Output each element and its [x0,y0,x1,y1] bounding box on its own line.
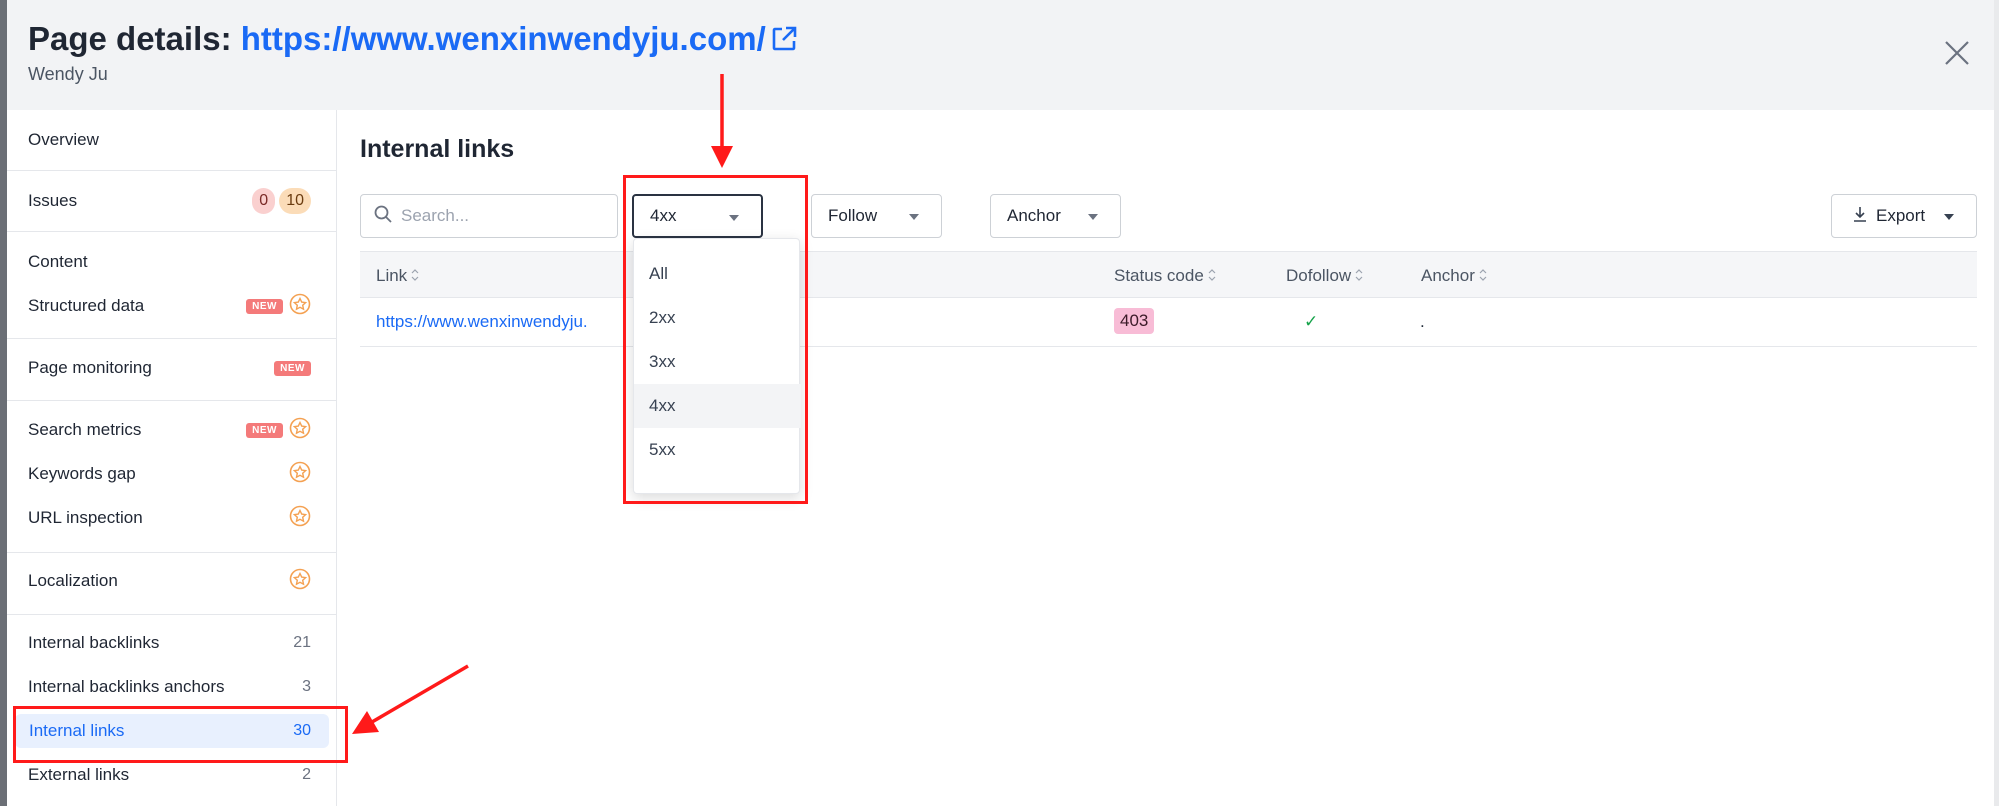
sidebar-item-page-monitoring[interactable]: Page monitoring NEW [7,347,337,389]
search-box[interactable] [360,194,618,238]
page-title-prefix: Page details: [28,20,232,57]
sidebar-item-label: Internal backlinks anchors [28,677,225,696]
column-header-dofollow[interactable]: Dofollow [1286,266,1363,287]
export-button[interactable]: Export [1831,194,1977,238]
main-panel: Internal links 4xx Follow Anchor Export … [338,110,1994,806]
annotation-box-dropdown [623,175,808,504]
column-header-status-code[interactable]: Status code [1114,266,1216,287]
anchor-filter-value: Anchor [1007,206,1061,225]
backdrop-edge [0,0,7,806]
sidebar-item-count: 21 [293,634,311,651]
sidebar-divider [7,552,337,553]
sidebar-item-label: Localization [28,571,118,590]
new-badge: NEW [274,360,311,376]
column-header-link[interactable]: Link [376,266,419,287]
table-row: https://www.wenxinwendyju. 403 ✓ . [360,298,1977,347]
sort-icon [1355,267,1363,287]
sidebar-item-structured-data[interactable]: Structured data NEW [7,285,337,327]
sidebar-item-localization[interactable]: Localization [7,560,337,602]
sort-icon [1479,267,1487,287]
sidebar-divider [7,231,337,232]
page-details-modal: Page details: https://www.wenxinwendyju.… [0,0,1999,806]
sidebar-item-count: 3 [302,678,311,695]
sidebar-item-count: 2 [302,766,311,783]
premium-star-icon [289,293,311,320]
premium-star-icon [289,568,311,595]
sidebar-item-url-inspection[interactable]: URL inspection [7,497,337,539]
sidebar-item-label: Internal backlinks [28,633,160,652]
sidebar-divider [7,614,337,615]
sidebar-nav: Overview Issues 0 10 Content Structured … [7,110,337,806]
page-url-link[interactable]: https://www.wenxinwendyju.com/ [241,20,766,57]
sidebar-item-label: External links [28,765,130,784]
sidebar-item-content[interactable]: Content [7,241,337,283]
sidebar-item-label: Overview [28,130,99,149]
sidebar-item-label: Page monitoring [28,358,152,377]
external-link-icon[interactable] [770,23,798,61]
section-title: Internal links [360,135,515,163]
sidebar-item-label: Structured data [28,296,145,315]
sidebar-item-label: URL inspection [28,508,143,527]
premium-star-icon [289,417,311,444]
backdrop-edge-right [1994,0,1999,806]
sidebar-item-keywords-gap[interactable]: Keywords gap [7,453,337,495]
column-header-anchor[interactable]: Anchor [1421,266,1487,287]
sidebar-item-overview[interactable]: Overview [7,119,337,161]
sort-icon [411,267,419,287]
row-anchor: . [1420,312,1425,331]
sidebar-item-search-metrics[interactable]: Search metrics NEW [7,409,337,451]
sidebar-item-internal-backlinks[interactable]: Internal backlinks 21 [7,622,337,664]
sidebar-item-label: Content [28,252,88,271]
download-icon [1852,205,1868,228]
premium-star-icon [289,505,311,532]
issues-error-count: 0 [252,188,276,214]
chevron-down-icon [1088,214,1098,220]
follow-filter-value: Follow [828,206,878,225]
sort-icon [1208,267,1216,287]
sidebar-item-label: Search metrics [28,420,142,439]
row-link[interactable]: https://www.wenxinwendyju. [376,312,588,332]
table-header: Link Status code Dofollow Anchor [360,251,1977,298]
status-code-badge: 403 [1114,308,1155,334]
sidebar-item-issues[interactable]: Issues 0 10 [7,180,337,222]
page-title: Page details: https://www.wenxinwendyju.… [28,20,798,61]
anchor-filter[interactable]: Anchor [990,194,1121,238]
annotation-box-sidebar [13,706,348,763]
sidebar-item-internal-backlinks-anchors[interactable]: Internal backlinks anchors 3 [7,666,337,708]
chevron-down-icon [1944,214,1954,220]
issues-warning-count: 10 [279,188,311,214]
sidebar-divider [7,170,337,171]
dofollow-check-icon: ✓ [1304,312,1319,331]
close-icon[interactable] [1942,38,1972,68]
follow-filter[interactable]: Follow [811,194,942,238]
new-badge: NEW [246,422,283,438]
search-icon [373,204,393,229]
sidebar-divider [7,400,337,401]
new-badge: NEW [246,298,283,314]
sidebar-item-label: Keywords gap [28,464,136,483]
sidebar-item-label: Issues [28,191,78,210]
premium-star-icon [289,461,311,488]
search-input[interactable] [401,206,601,226]
export-label: Export [1876,206,1926,225]
chevron-down-icon [909,214,919,220]
page-subtitle: Wendy Ju [28,64,108,84]
sidebar-divider [7,338,337,339]
modal-header: Page details: https://www.wenxinwendyju.… [7,0,1994,110]
